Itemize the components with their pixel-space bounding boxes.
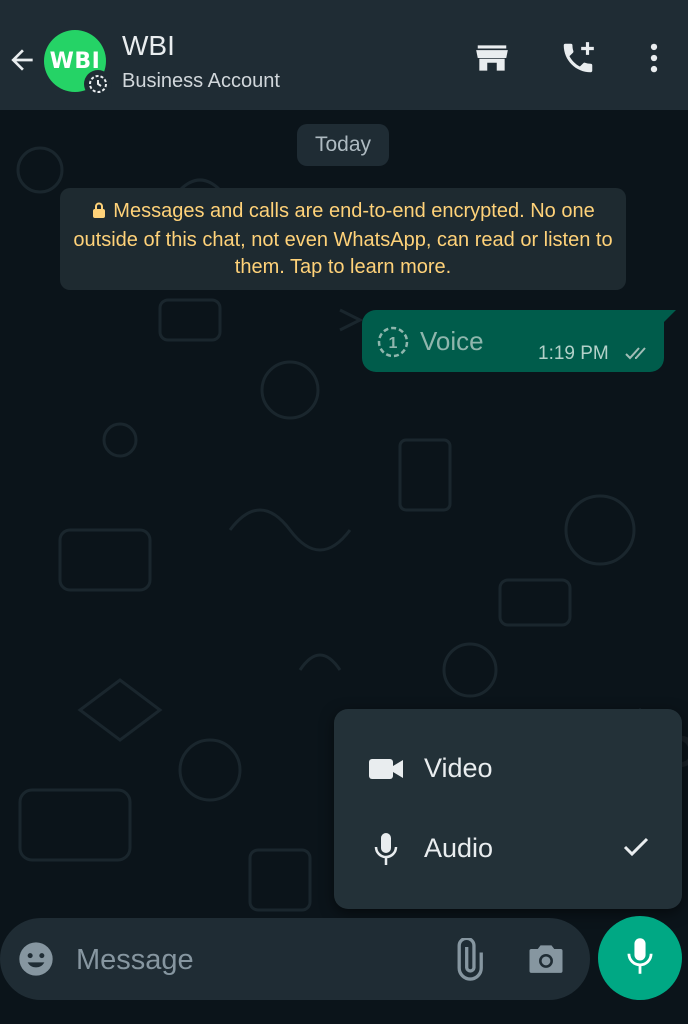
emoji-icon[interactable] [16, 939, 56, 979]
chat-header: WBI WBI Business Account [0, 0, 688, 110]
svg-text:1: 1 [389, 335, 398, 352]
popup-item-label: Audio [424, 833, 494, 863]
mic-icon [625, 936, 655, 981]
message-text: Voice [420, 326, 484, 356]
camera-icon[interactable] [524, 938, 568, 982]
back-arrow-icon [6, 44, 38, 81]
encryption-notice-text: Messages and calls are end-to-end encryp… [73, 199, 613, 278]
check-icon [622, 835, 650, 864]
add-call-button[interactable] [556, 38, 600, 82]
bubble-tail [662, 310, 678, 331]
storefront-icon [473, 39, 511, 82]
outgoing-message-bubble[interactable]: 1 Voice 1:19 PM [362, 310, 664, 372]
catalog-button[interactable] [470, 38, 514, 82]
more-vert-icon [635, 39, 673, 82]
business-badge-icon [84, 70, 112, 98]
add-call-icon [559, 39, 597, 82]
message-input[interactable] [74, 938, 418, 982]
back-button[interactable] [4, 40, 40, 84]
popup-item-audio[interactable]: Audio [334, 813, 682, 883]
voice-record-button[interactable] [598, 916, 682, 1000]
mic-icon [366, 831, 406, 867]
message-composer [0, 918, 590, 1000]
contact-name[interactable]: WBI [122, 30, 175, 62]
contact-subtitle[interactable]: Business Account [122, 70, 280, 93]
popup-item-video[interactable]: Video [334, 733, 682, 803]
message-time: 1:19 PM [538, 343, 609, 364]
more-options-button[interactable] [632, 38, 676, 82]
call-type-popup: Video Audio [334, 709, 682, 909]
view-once-icon: 1 [376, 325, 410, 364]
videocam-icon [366, 751, 406, 787]
encryption-notice[interactable]: Messages and calls are end-to-end encryp… [60, 188, 626, 290]
popup-item-label: Video [424, 753, 493, 783]
lock-icon [91, 200, 107, 227]
date-chip: Today [297, 124, 389, 166]
attach-icon[interactable] [446, 936, 490, 982]
status-bar [0, 0, 688, 10]
double-check-icon [624, 344, 654, 367]
